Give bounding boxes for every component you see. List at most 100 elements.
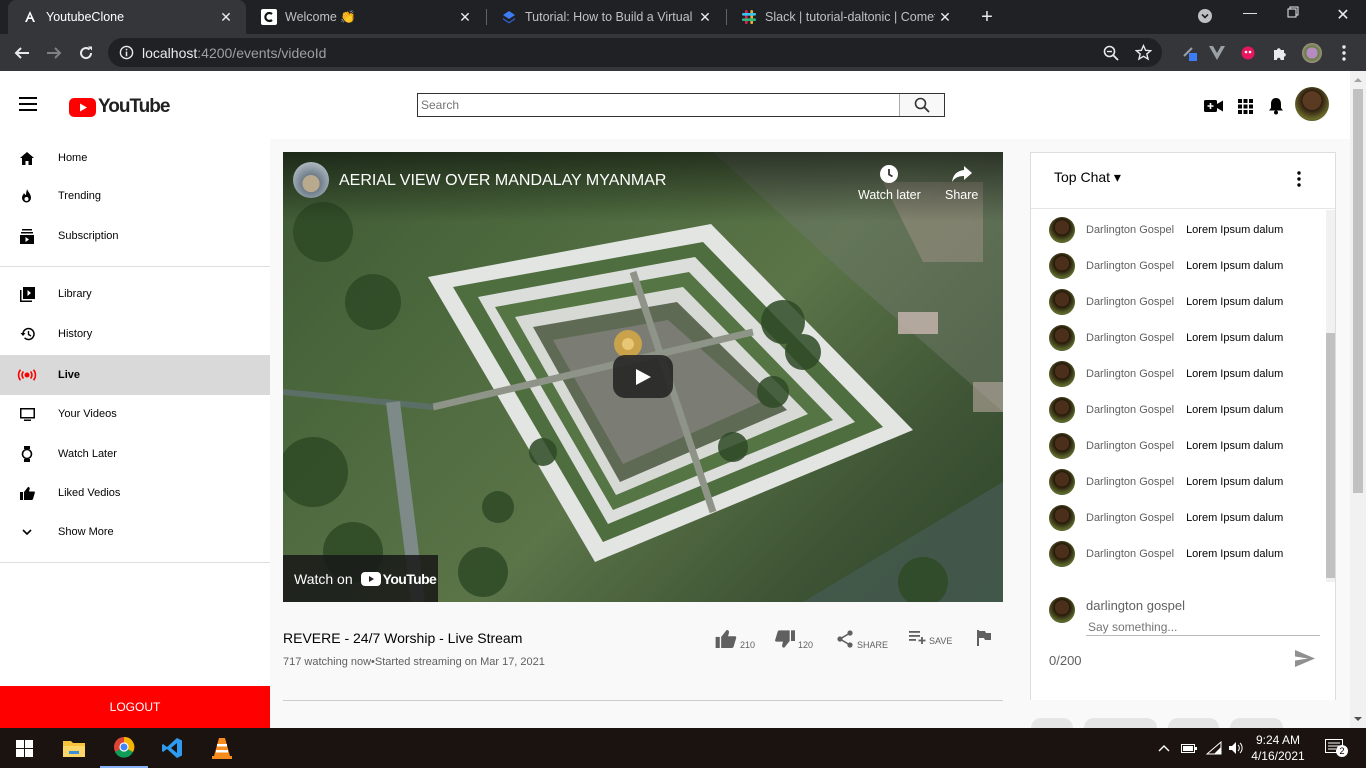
fire-icon: [17, 188, 37, 204]
search-input[interactable]: [418, 94, 899, 116]
save-video-button[interactable]: SAVE: [909, 630, 952, 646]
sidebar-item-liked-videos[interactable]: Liked Vedios: [0, 474, 270, 512]
start-button[interactable]: [0, 728, 48, 768]
user-avatar[interactable]: [1295, 87, 1329, 121]
restore-window-button[interactable]: [1287, 6, 1307, 18]
video-player[interactable]: AERIAL VIEW OVER MANDALAY MYANMAR Watch …: [283, 152, 1003, 602]
address-bar[interactable]: localhost:4200/events/videoId: [108, 38, 1162, 67]
send-icon[interactable]: [1295, 650, 1315, 667]
chat-more-options-icon[interactable]: [1297, 171, 1301, 187]
sidebar-item-history[interactable]: History: [0, 315, 270, 353]
watch-on-youtube-button[interactable]: Watch on YouTube: [283, 555, 438, 602]
chat-author: Darlington Gospel: [1086, 440, 1175, 452]
dropbox-paper-icon: [501, 9, 517, 25]
scroll-up-icon[interactable]: [1350, 74, 1366, 86]
browser-tab-slack[interactable]: Slack | tutorial-daltonic | CometC ✕: [727, 0, 965, 34]
embedded-video-title[interactable]: AERIAL VIEW OVER MANDALAY MYANMAR: [339, 172, 666, 190]
profile-avatar[interactable]: [1302, 43, 1322, 63]
dislike-button[interactable]: 120: [775, 630, 813, 650]
sidebar-item-label: Liked Vedios: [58, 487, 121, 499]
like-button[interactable]: 210: [715, 630, 756, 650]
watch-later-button[interactable]: Watch later: [858, 164, 921, 202]
sidebar-item-subscription[interactable]: Subscription: [0, 217, 270, 255]
sidebar-item-label: Your Videos: [58, 408, 117, 420]
page-scrollbar[interactable]: [1350, 71, 1366, 728]
close-tab-icon[interactable]: ✕: [695, 9, 715, 26]
chrome-app[interactable]: [100, 728, 148, 768]
share-button[interactable]: Share: [945, 164, 978, 202]
system-clock[interactable]: 9:24 AM 4/16/2021: [1248, 732, 1308, 764]
sidebar-item-library[interactable]: Library: [0, 275, 270, 313]
wifi-icon[interactable]: [1206, 740, 1222, 756]
chat-scrollbar[interactable]: [1326, 210, 1335, 582]
back-button[interactable]: [12, 43, 32, 63]
close-tab-icon[interactable]: ✕: [216, 9, 236, 26]
video-meta: 717 watching now•Started streaming on Ma…: [283, 656, 545, 668]
chat-message: Darlington Gospel Lorem Ipsum dalum: [1049, 288, 1283, 316]
like-count: 210: [740, 640, 756, 650]
browser-tab-strip: YoutubeClone ✕ Welcome 👏 ✕ Tutorial: How…: [0, 0, 1366, 34]
close-tab-icon[interactable]: ✕: [935, 9, 955, 26]
youtube-logo[interactable]: YouTube: [69, 96, 170, 118]
sidebar-item-live[interactable]: Live: [0, 355, 270, 395]
extension-record-icon[interactable]: [1238, 43, 1258, 63]
play-button[interactable]: [613, 355, 673, 398]
char-counter: 0/200: [1049, 653, 1082, 668]
reload-button[interactable]: [76, 43, 96, 63]
page-scrollbar-thumb[interactable]: [1353, 89, 1363, 493]
info-icon[interactable]: [119, 45, 134, 60]
chat-author-avatar: [1049, 433, 1075, 459]
create-video-icon[interactable]: [1204, 96, 1224, 116]
sidebar-item-your-videos[interactable]: Your Videos: [0, 395, 270, 433]
clock-icon: [880, 165, 899, 183]
share-video-button[interactable]: SHARE: [836, 630, 889, 650]
sidebar: Home Trending Subscription Library Histo…: [0, 139, 270, 729]
windows-logo-icon: [15, 739, 33, 757]
browser-tab-youtubeclone[interactable]: YoutubeClone ✕: [8, 0, 246, 34]
scroll-down-icon[interactable]: [1350, 713, 1366, 725]
file-explorer-app[interactable]: [50, 728, 98, 768]
sidebar-item-trending[interactable]: Trending: [0, 177, 270, 215]
bookmark-star-icon[interactable]: [1135, 44, 1152, 61]
new-tab-button[interactable]: +: [977, 7, 997, 27]
browser-menu-icon[interactable]: [1334, 43, 1354, 63]
chat-text: Lorem Ipsum dalum: [1186, 368, 1284, 380]
close-tab-icon[interactable]: ✕: [455, 9, 475, 26]
sidebar-item-watch-later[interactable]: Watch Later: [0, 435, 270, 473]
zoom-icon[interactable]: [1103, 45, 1119, 61]
minimize-window-button[interactable]: —: [1240, 4, 1260, 20]
forward-button[interactable]: [44, 43, 64, 63]
notifications-bell-icon[interactable]: [1266, 96, 1286, 116]
chat-text: Lorem Ipsum dalum: [1186, 476, 1284, 488]
battery-icon[interactable]: [1181, 740, 1197, 756]
tab-search-icon[interactable]: [1197, 8, 1217, 24]
sidebar-item-label: Library: [58, 288, 92, 300]
report-flag-button[interactable]: [977, 630, 991, 646]
show-hidden-icons-chevron-icon[interactable]: [1156, 740, 1172, 756]
vscode-app[interactable]: [148, 728, 196, 768]
close-window-button[interactable]: ✕: [1333, 5, 1353, 25]
share-video-label: SHARE: [857, 640, 889, 650]
browser-tab-tutorial[interactable]: Tutorial: How to Build a Virtual E ✕: [487, 0, 725, 34]
youtube-play-logo-icon: [360, 571, 381, 586]
search-icon: [914, 97, 930, 113]
channel-avatar[interactable]: [293, 162, 329, 198]
apps-grid-icon[interactable]: [1235, 96, 1255, 116]
chat-message-input[interactable]: [1086, 618, 1320, 636]
chat-author: Darlington Gospel: [1086, 224, 1175, 236]
chat-scrollbar-thumb[interactable]: [1326, 333, 1335, 578]
logout-button[interactable]: LOGOUT: [0, 686, 270, 728]
sidebar-item-show-more[interactable]: Show More: [0, 513, 270, 551]
chat-message-list[interactable]: Darlington Gospel Lorem Ipsum dalum Darli…: [1031, 210, 1335, 582]
top-chat-dropdown[interactable]: Top Chat ▾: [1054, 169, 1121, 186]
search-button[interactable]: [899, 94, 944, 116]
extension-vue-icon[interactable]: [1207, 43, 1227, 63]
notification-center-icon[interactable]: 2: [1324, 738, 1348, 758]
browser-tab-welcome[interactable]: Welcome 👏 ✕: [247, 0, 485, 34]
menu-icon[interactable]: [19, 97, 37, 111]
extensions-puzzle-icon[interactable]: [1270, 43, 1290, 63]
extension-pen-icon[interactable]: [1180, 43, 1200, 63]
volume-icon[interactable]: [1228, 740, 1244, 756]
vlc-app[interactable]: [198, 728, 246, 768]
sidebar-item-home[interactable]: Home: [0, 139, 270, 177]
